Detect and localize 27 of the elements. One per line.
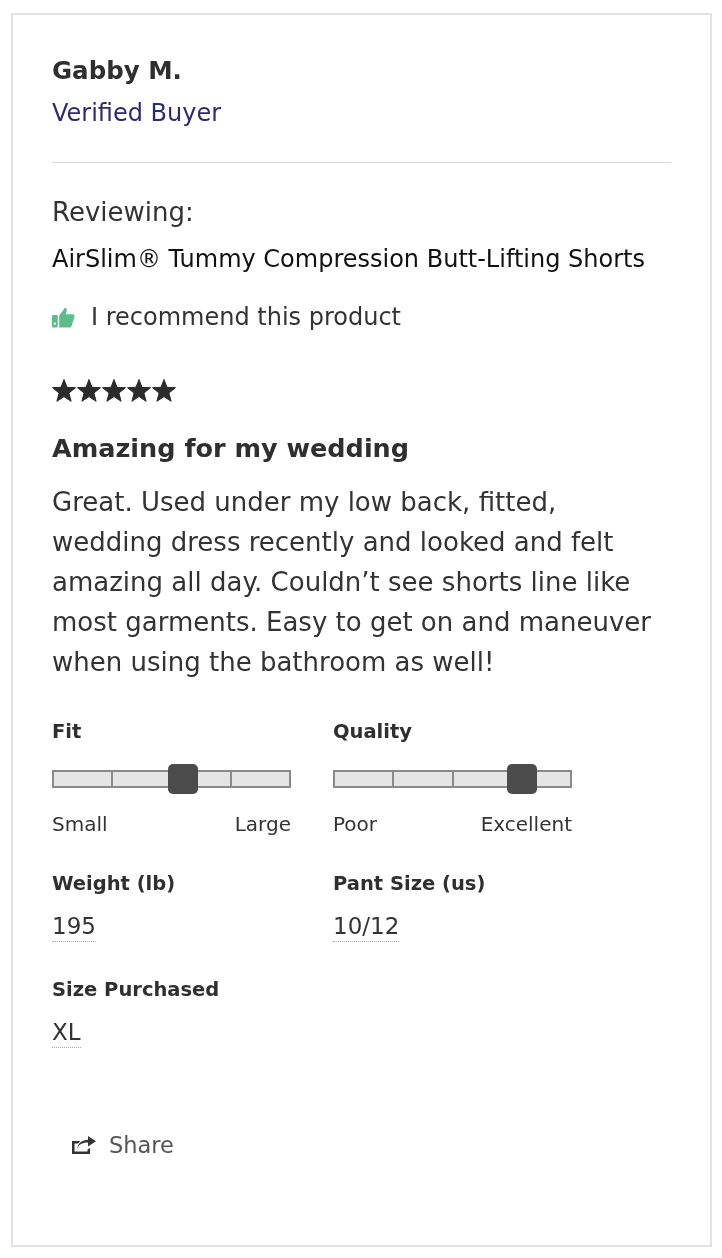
attribute-label: Weight (lb) bbox=[52, 872, 177, 896]
star-filled-icon bbox=[152, 379, 176, 402]
star-filled-icon bbox=[52, 379, 76, 402]
verified-buyer-label: Verified Buyer bbox=[52, 98, 223, 128]
reviewing-label: Reviewing: bbox=[52, 197, 195, 227]
thumbs-up-icon bbox=[52, 306, 75, 328]
slider-label: Quality bbox=[333, 720, 414, 744]
slider-max-label: Large bbox=[234, 812, 291, 836]
slider-min-label: Small bbox=[52, 812, 108, 836]
slider-min-label: Poor bbox=[333, 812, 378, 836]
star-filled-icon bbox=[77, 379, 101, 402]
star-filled-icon bbox=[127, 379, 151, 402]
review-title: Amazing for my wedding bbox=[52, 432, 411, 465]
attribute-label: Size Purchased bbox=[52, 978, 221, 1002]
reviewer-name: Gabby M. bbox=[52, 56, 183, 86]
recommendation-text: I recommend this product bbox=[91, 302, 402, 332]
review-body: Great. Used under my low back, fitted, wedding dress recently and looked and felt amazing all day. Couldn’t see shorts line like most garments. Easy to get on and maneuver when using the bathroom as well! bbox=[52, 486, 652, 679]
star-filled-icon bbox=[102, 379, 126, 402]
attribute-value: XL bbox=[52, 1017, 81, 1048]
share-icon bbox=[72, 1136, 96, 1154]
share-button[interactable]: Share bbox=[62, 1125, 184, 1165]
attribute-value: 195 bbox=[52, 911, 96, 942]
slider-label: Fit bbox=[52, 720, 83, 744]
attribute-label: Pant Size (us) bbox=[333, 872, 487, 896]
attribute-value: 10/12 bbox=[333, 911, 400, 942]
slider-max-label: Excellent bbox=[480, 812, 572, 836]
product-name: AirSlim® Tummy Compression Butt-Lifting Shorts bbox=[52, 244, 646, 274]
